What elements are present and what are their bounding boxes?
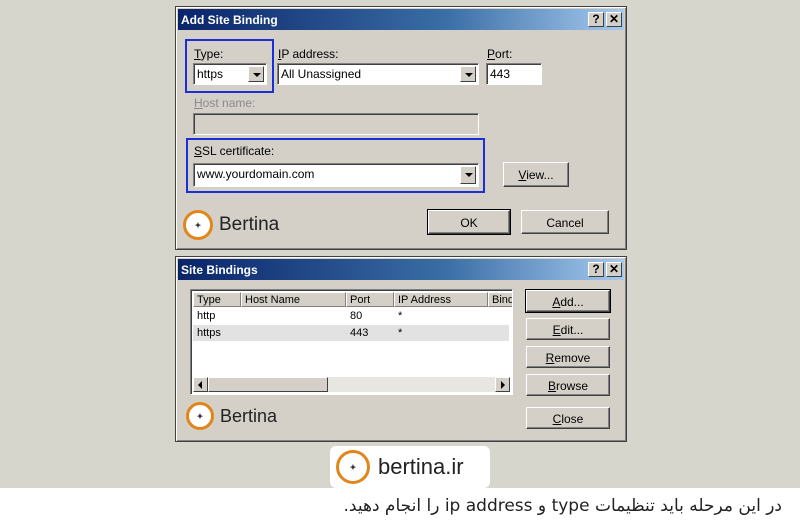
ip-address-select[interactable]: All Unassigned bbox=[277, 63, 479, 85]
ip-address-value: All Unassigned bbox=[281, 67, 362, 81]
scroll-right-icon[interactable] bbox=[495, 377, 510, 392]
column-type[interactable]: Type bbox=[193, 292, 241, 307]
ok-button[interactable]: OK bbox=[427, 209, 511, 235]
column-binding[interactable]: Bind bbox=[488, 292, 512, 307]
help-button[interactable]: ? bbox=[588, 262, 604, 277]
caption-text: در این مرحله باید تنظیمات type و ip addr… bbox=[343, 496, 782, 516]
bertina-logo: ✦ Bertina bbox=[186, 402, 277, 430]
table-row[interactable]: https 443 * bbox=[193, 325, 509, 341]
port-input[interactable]: 443 bbox=[486, 63, 542, 85]
bertina-logo-text: Bertina bbox=[219, 214, 280, 235]
ip-address-label: IP address: bbox=[278, 47, 339, 61]
bertina-logo-text: Bertina bbox=[220, 405, 278, 426]
host-name-input[interactable] bbox=[193, 113, 479, 135]
row-port: 80 bbox=[350, 310, 363, 322]
bertina-logo-icon: ✦ bbox=[183, 210, 213, 240]
site-bindings-dialog: Site Bindings ? ✕ Type Host Name Port IP… bbox=[175, 256, 627, 442]
type-highlight-box bbox=[185, 39, 274, 93]
close-button[interactable]: Close bbox=[526, 407, 610, 429]
row-ip: * bbox=[398, 327, 403, 339]
close-icon[interactable]: ✕ bbox=[606, 12, 622, 27]
row-port: 443 bbox=[350, 327, 369, 339]
row-type: http bbox=[197, 310, 216, 322]
bertina-logo-icon: ✦ bbox=[186, 402, 214, 430]
dialog-title: Site Bindings bbox=[181, 263, 258, 277]
scroll-left-icon[interactable] bbox=[193, 377, 208, 392]
horizontal-scrollbar[interactable] bbox=[193, 377, 510, 392]
close-icon[interactable]: ✕ bbox=[606, 262, 622, 277]
add-site-binding-titlebar: Add Site Binding ? ✕ bbox=[178, 9, 624, 30]
row-ip: * bbox=[398, 310, 403, 322]
browse-button[interactable]: Browse bbox=[526, 374, 610, 396]
add-site-binding-dialog: Add Site Binding ? ✕ Type: https IP addr… bbox=[175, 6, 627, 250]
add-button[interactable]: Add... bbox=[525, 289, 611, 313]
column-host-name[interactable]: Host Name bbox=[241, 292, 346, 307]
column-ip-address[interactable]: IP Address bbox=[394, 292, 488, 307]
cancel-button[interactable]: Cancel bbox=[521, 210, 609, 234]
host-name-label: Host name: bbox=[194, 96, 256, 110]
bertina-logo: ✦ Bertina bbox=[183, 210, 279, 240]
site-bindings-titlebar: Site Bindings ? ✕ bbox=[178, 259, 624, 280]
edit-button[interactable]: Edit... bbox=[526, 318, 610, 340]
row-type: https bbox=[197, 327, 221, 339]
table-row[interactable]: http 80 * bbox=[193, 308, 509, 324]
bindings-list[interactable]: Type Host Name Port IP Address Bind http… bbox=[190, 289, 513, 395]
scrollbar-thumb[interactable] bbox=[208, 377, 328, 392]
dialog-title: Add Site Binding bbox=[181, 13, 278, 27]
view-button[interactable]: View... bbox=[503, 162, 569, 187]
caption-bar: در این مرحله باید تنظیمات type و ip addr… bbox=[0, 488, 800, 530]
help-button[interactable]: ? bbox=[588, 12, 604, 27]
brand-text: bertina.ir bbox=[378, 454, 464, 479]
ssl-highlight-box bbox=[186, 138, 485, 193]
bindings-list-header: Type Host Name Port IP Address Bind bbox=[193, 292, 512, 307]
remove-button[interactable]: Remove bbox=[526, 346, 610, 368]
chevron-down-icon[interactable] bbox=[460, 66, 476, 82]
brand-badge: ✦ bertina.ir bbox=[330, 446, 490, 488]
column-port[interactable]: Port bbox=[346, 292, 394, 307]
bertina-logo-icon: ✦ bbox=[336, 450, 370, 484]
port-label: Port: bbox=[487, 47, 513, 61]
